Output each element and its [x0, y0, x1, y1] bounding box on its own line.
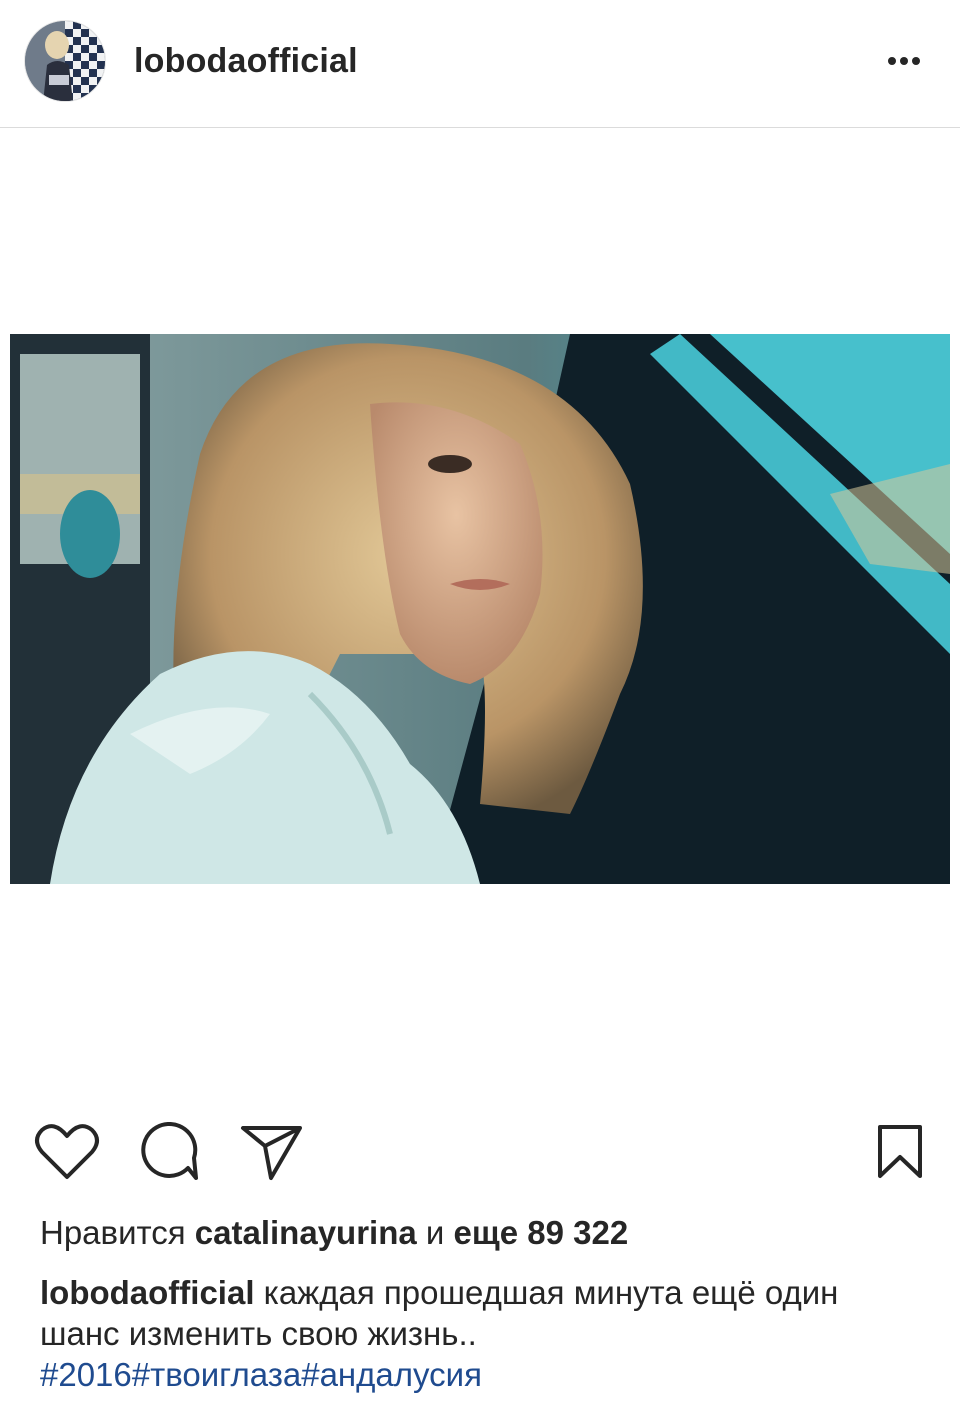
hashtag-list: #2016#твоиглаза#андалусия: [40, 1354, 920, 1395]
hashtag[interactable]: #твоиглаза: [132, 1356, 301, 1393]
caption-username[interactable]: lobodaofficial: [40, 1274, 255, 1311]
heart-icon[interactable]: [34, 1122, 100, 1182]
likes-summary: Нравится catalinayurina и еще 89 322: [40, 1214, 628, 1252]
paper-plane-icon[interactable]: [240, 1124, 304, 1182]
post-caption: lobodaofficial каждая прошедшая минута е…: [40, 1272, 920, 1395]
likes-count[interactable]: еще 89 322: [454, 1214, 629, 1251]
hashtag[interactable]: #андалусия: [301, 1356, 482, 1393]
avatar-image: [25, 21, 105, 101]
hashtag[interactable]: #2016: [40, 1356, 132, 1393]
likes-prefix: Нравится: [40, 1214, 195, 1251]
post-image: [10, 334, 950, 884]
post-photo[interactable]: [10, 334, 950, 884]
comment-icon[interactable]: [138, 1122, 200, 1184]
bookmark-icon[interactable]: [876, 1124, 924, 1180]
post-header: lobodaofficial: [0, 0, 960, 128]
post-username[interactable]: lobodaofficial: [134, 42, 358, 81]
liker-username[interactable]: catalinayurina: [195, 1214, 417, 1251]
likes-middle: и: [416, 1214, 454, 1251]
more-options-icon[interactable]: [880, 44, 928, 78]
profile-avatar[interactable]: [24, 20, 106, 102]
